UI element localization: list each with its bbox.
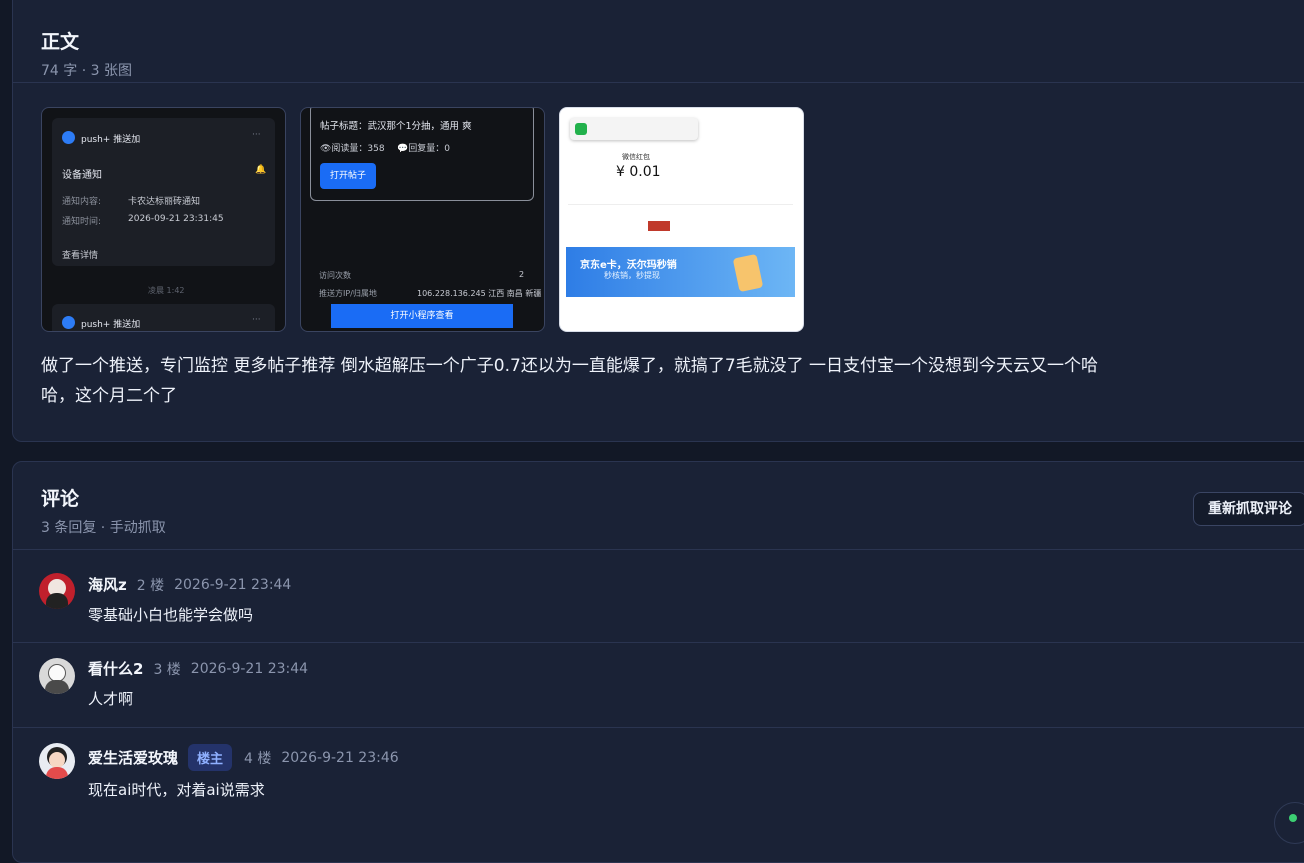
details-link: 查看详情 — [62, 251, 99, 261]
post-subtitle: 74 字 · 3 张图 — [41, 63, 132, 79]
comment-floor: 2 楼 — [136, 577, 165, 594]
comment-author[interactable]: 看什么2 — [88, 658, 143, 679]
row2-label: 通知时间: — [62, 217, 102, 227]
visits-value: 2 — [519, 270, 525, 279]
post-content: 做了一个推送，专门监控 更多帖子推荐 倒水超解压一个广子0.7还以为一直能爆了，… — [41, 356, 1099, 406]
comment-meta: 爱生活爱玫瑰 楼主 4 楼 2026-9-21 23:46 — [88, 744, 399, 771]
comment-author[interactable]: 爱生活爱玫瑰 — [88, 747, 178, 768]
amount-value: ¥ 0.01 — [616, 164, 661, 180]
comment-text: 人才啊 — [88, 690, 134, 708]
image-gallery: push+ 推送加 ··· 设备通知 🔔 通知内容: 卡农达标丽砖通知 通知时间… — [41, 107, 804, 332]
comment-meta: 海风z 2 楼 2026-9-21 23:44 — [88, 574, 291, 595]
row1-label: 通知内容: — [62, 197, 102, 207]
comment-meta: 看什么2 3 楼 2026-9-21 23:44 — [88, 658, 308, 679]
comment-text: 现在ai时代，对着ai说需求 — [88, 781, 265, 799]
refresh-comments-button[interactable]: 重新抓取评论 — [1193, 492, 1304, 526]
wechat-icon — [575, 123, 587, 135]
more-icon: ··· — [252, 130, 261, 140]
comments-title: 评论 — [41, 488, 80, 510]
row1-value: 卡农达标丽砖通知 — [128, 197, 201, 207]
image-thumbnail-2[interactable]: 帖子标题：武汉那个1分抽，通用 爽 👁阅读量：358 💬回复量：0 打开帖子 访… — [300, 107, 545, 332]
avatar[interactable] — [39, 743, 75, 779]
comment-item: 海风z 2 楼 2026-9-21 23:44 零基础小白也能学会做吗 — [13, 550, 1304, 643]
image-thumbnail-1[interactable]: push+ 推送加 ··· 设备通知 🔔 通知内容: 卡农达标丽砖通知 通知时间… — [41, 107, 286, 332]
ip-value: 106.228.136.245 江西 南昌 新疆 — [417, 289, 542, 298]
comment-floor: 4 楼 — [244, 750, 272, 767]
comment-item: 爱生活爱玫瑰 楼主 4 楼 2026-9-21 23:46 现在ai时代，对着a… — [13, 727, 1304, 837]
merchant-logo — [648, 221, 670, 231]
app-logo-icon — [62, 316, 75, 329]
comments-card: 评论 3 条回复 · 手动抓取 重新抓取评论 海风z 2 楼 2026-9-21… — [12, 461, 1304, 863]
row2-value: 2026-09-21 23:31:45 — [128, 214, 224, 224]
comment-author[interactable]: 海风z — [88, 574, 127, 595]
replies-count: 💬回复量：0 — [397, 144, 450, 154]
comments-subtitle: 3 条回复 · 手动抓取 — [41, 520, 166, 536]
app-name: push+ 推送加 — [81, 135, 141, 145]
comment-floor: 3 楼 — [153, 661, 181, 678]
comment-time: 2026-9-21 23:44 — [174, 576, 292, 593]
amount-label: 微信红包 — [622, 153, 650, 161]
more-icon: ··· — [252, 315, 261, 325]
avatar[interactable] — [39, 573, 75, 609]
time-separator: 凌晨 1:42 — [148, 286, 185, 295]
wechat-notice — [570, 118, 698, 140]
status-dot-icon — [1289, 814, 1297, 822]
views-count: 👁阅读量：358 — [320, 144, 385, 154]
banner-subtitle: 秒核销，秒提现 — [604, 271, 660, 280]
comment-text: 零基础小白也能学会做吗 — [88, 606, 254, 624]
post-topic: 帖子标题：武汉那个1分抽，通用 爽 — [320, 121, 472, 132]
banner-title: 京东e卡，沃尔玛秒销 — [580, 260, 677, 271]
app-logo-icon — [62, 131, 75, 144]
open-miniprogram-button: 打开小程序查看 — [331, 304, 513, 328]
bell-icon: 🔔 — [255, 165, 267, 175]
visits-label: 访问次数 — [319, 271, 351, 280]
comment-time: 2026-9-21 23:44 — [190, 660, 309, 677]
post-title: 正文 — [41, 31, 80, 53]
comment-time: 2026-9-21 23:46 — [281, 749, 399, 766]
divider — [568, 204, 793, 205]
post-card: 正文 74 字 · 3 张图 push+ 推送加 ··· 设备通知 🔔 通知内容… — [12, 0, 1304, 442]
ad-banner — [566, 247, 795, 297]
card-title: 设备通知 — [62, 170, 102, 181]
post-header: 正文 74 字 · 3 张图 — [13, 0, 1304, 83]
comment-item: 看什么2 3 楼 2026-9-21 23:44 人才啊 — [13, 642, 1304, 728]
ip-label: 推送方IP/归属地 — [319, 289, 377, 298]
image-thumbnail-3[interactable]: 微信红包 ¥ 0.01 京东e卡，沃尔玛秒销 秒核销，秒提现 — [559, 107, 804, 332]
avatar[interactable] — [39, 658, 75, 694]
app-name-2: push+ 推送加 — [81, 320, 141, 330]
comments-header: 评论 3 条回复 · 手动抓取 重新抓取评论 — [13, 462, 1304, 550]
open-post-button: 打开帖子 — [320, 163, 376, 189]
op-badge: 楼主 — [188, 744, 233, 771]
